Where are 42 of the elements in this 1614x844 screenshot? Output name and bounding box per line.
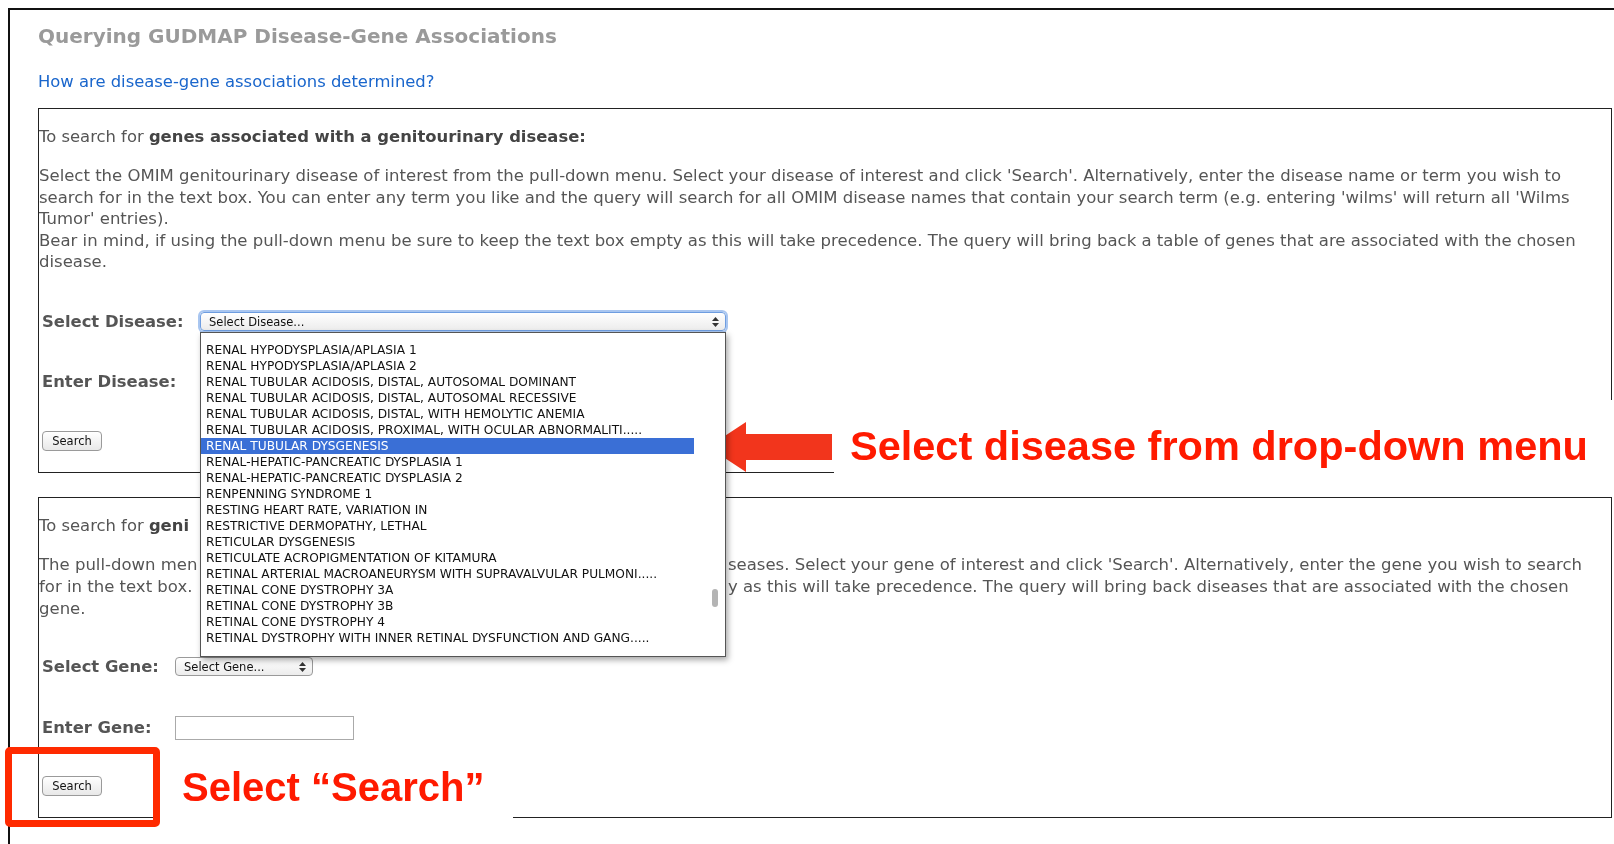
dropdown-option[interactable]: RENAL TUBULAR DYSGENESIS [201, 438, 694, 454]
page-title: Querying GUDMAP Disease-Gene Associations [38, 24, 558, 48]
gene-input-field[interactable] [175, 715, 354, 740]
dropdown-option[interactable]: RENAL TUBULAR ACIDOSIS, DISTAL, WITH HEMOLYTIC ANEMIA [201, 406, 694, 422]
select-dropdown[interactable]: Select Disease... [200, 312, 726, 331]
instructions-text: y as this will take precedence. The query will bring back diseases that are associated with the chosen [728, 577, 1570, 596]
field-label: Select Disease: [42, 312, 185, 331]
instructions-text: Select the OMIM genitourinary disease of interest from the pull-down menu. Select your disease of interest and click 'Search'. Alternatively, enter the disease name or term you wish to search for in the text box. You can enter any term you like and the query will search for all OMIM disease names that contain your search term (e.g. entering 'wilms' will return all 'Wilms Tumor' entries). [39, 165, 1571, 230]
dropdown-option[interactable]: RENAL-HEPATIC-PANCREATIC DYSPLASIA 2 [201, 470, 694, 486]
field-label: Enter Gene: [42, 718, 153, 737]
dropdown-option[interactable]: RETICULATE ACROPIGMENTATION OF KITAMURA [201, 550, 694, 566]
field-label: Enter Disease: [42, 372, 178, 391]
dropdown-option[interactable]: RENAL TUBULAR ACIDOSIS, DISTAL, AUTOSOMAL DOMINANT [201, 374, 694, 390]
dropdown-option[interactable]: RENAL HYPODYSPLASIA/APLASIA 1 [201, 342, 694, 358]
instructions-text: for in the text box. [39, 577, 193, 596]
dropdown-option[interactable]: RENAL TUBULAR ACIDOSIS, DISTAL, AUTOSOMAL RECESSIVE [201, 390, 694, 406]
panel-heading: To search for genes associated with a genitourinary disease: [39, 127, 586, 147]
dropdown-option[interactable]: RESTING HEART RATE, VARIATION IN [201, 502, 694, 518]
instructions-text: Bear in mind, if using the pull-down menu be sure to keep the text box empty as this will take precedence. The query will bring back a table of genes that are associated with the chosen disease. [39, 229, 1577, 273]
help-link[interactable]: How are disease-gene associations determined? [38, 72, 435, 92]
search-button[interactable]: Search [42, 430, 102, 451]
dropdown-option[interactable]: RETINAL CONE DYSTROPHY 4 [201, 614, 694, 630]
dropdown-option[interactable]: RESTRICTIVE DERMOPATHY, LETHAL [201, 518, 694, 534]
search-button[interactable]: Search [42, 775, 102, 796]
dropdown-option[interactable]: RENAL HYPODYSPLASIA/APLASIA 2 [201, 358, 694, 374]
dropdown-option[interactable]: RETINAL CONE DYSTROPHY 3A [201, 582, 694, 598]
dropdown-option[interactable]: RENAL TUBULAR ACIDOSIS, PROXIMAL, WITH OCULAR ABNORMALITI..... [201, 422, 694, 438]
field-label: Select Gene: [42, 657, 160, 676]
dropdown-option[interactable]: RENPENNING SYNDROME 1 [201, 486, 694, 502]
up-down-caret-icon [299, 661, 306, 672]
scrollbar-thumb[interactable] [712, 589, 718, 607]
dropdown-option[interactable]: RENAL-HEPATIC-PANCREATIC DYSPLASIA 1 [201, 454, 694, 470]
dropdown-option[interactable]: RETINAL DYSTROPHY WITH INNER RETINAL DYSFUNCTION AND GANG..... [201, 630, 694, 646]
panel-heading: To search for geni [39, 515, 189, 536]
select-dropdown[interactable]: Select Gene... [175, 657, 313, 676]
dropdown-option[interactable]: RETICULAR DYSGENESIS [201, 534, 694, 550]
instructions-text: seases. Select your gene of interest and click 'Search'. Alternatively, enter the gene you wish to search [728, 555, 1583, 574]
instructions-text: The pull-down men [39, 555, 198, 574]
up-down-caret-icon [712, 316, 719, 327]
dropdown-option[interactable]: RETINAL ARTERIAL MACROANEURYSM WITH SUPRAVALVULAR PULMONI..... [201, 566, 694, 582]
dropdown-option[interactable]: RETINAL CONE DYSTROPHY 3B [201, 598, 694, 614]
instructions-text: gene. [39, 599, 86, 618]
